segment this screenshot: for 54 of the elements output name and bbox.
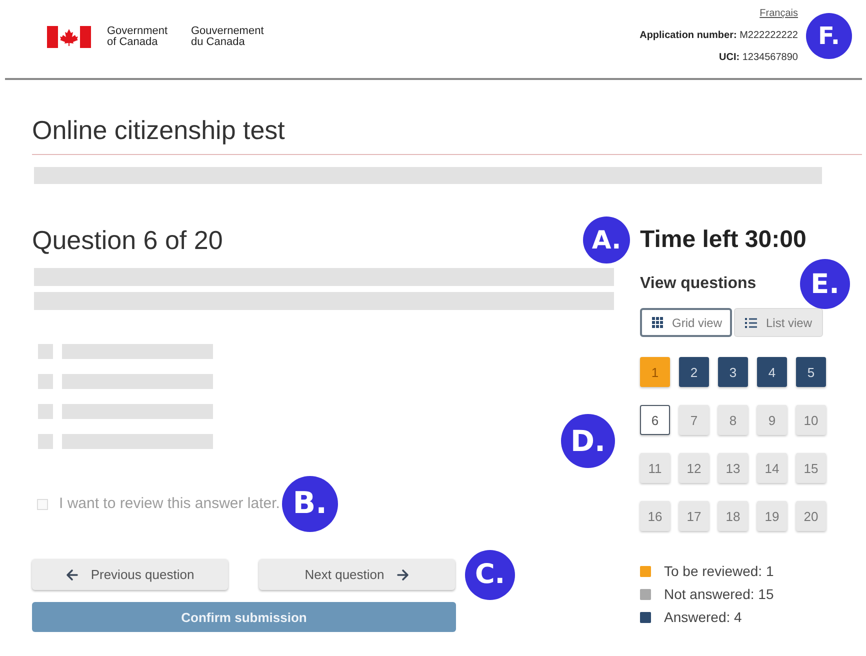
option-checkbox[interactable] xyxy=(38,344,53,359)
uci-number: UCI: 1234567890 xyxy=(719,52,798,64)
option-checkbox[interactable] xyxy=(38,434,53,449)
page-title: Online citizenship test xyxy=(32,114,862,155)
arrow-left-icon xyxy=(66,568,78,580)
question-number-button[interactable]: 3 xyxy=(718,357,748,387)
review-checkbox[interactable] xyxy=(37,498,48,510)
list-view-button[interactable]: List view xyxy=(734,308,823,337)
application-number: Application number: M222222222 xyxy=(640,30,798,42)
question-heading: Question 6 of 20 xyxy=(32,224,223,256)
question-number-button[interactable]: 2 xyxy=(679,357,709,387)
legend-label: To be reviewed: 1 xyxy=(664,563,774,580)
question-number-button[interactable]: 10 xyxy=(796,405,826,435)
flag-icon xyxy=(47,26,91,48)
time-left: Time left 30:00 xyxy=(640,225,806,255)
question-number-button[interactable]: 13 xyxy=(718,453,748,483)
view-questions-heading: View questions xyxy=(640,274,756,294)
question-number-button[interactable]: 11 xyxy=(640,453,670,483)
option-checkbox[interactable] xyxy=(38,374,53,389)
annotation-marker: F. xyxy=(806,13,852,59)
confirm-submission-button[interactable]: Confirm submission xyxy=(32,602,456,632)
question-number-button[interactable]: 8 xyxy=(718,405,748,435)
option-checkbox[interactable] xyxy=(38,404,53,419)
question-number-button[interactable]: 18 xyxy=(718,501,748,531)
review-checkbox-label: I want to review this answer later. xyxy=(59,495,280,513)
question-number-button[interactable]: 15 xyxy=(796,453,826,483)
government-wordmark: Government of Canada xyxy=(107,26,169,48)
annotation-marker: A. xyxy=(583,216,630,264)
question-number-button[interactable]: 7 xyxy=(679,405,709,435)
annotation-marker: C. xyxy=(465,550,515,600)
question-number-button[interactable]: 9 xyxy=(757,405,787,435)
legend-label: Not answered: 15 xyxy=(664,586,774,603)
grid-icon xyxy=(652,317,663,328)
grid-view-button[interactable]: Grid view xyxy=(640,308,732,337)
question-number-button[interactable]: 14 xyxy=(757,453,787,483)
question-number-button[interactable]: 1 xyxy=(640,357,670,387)
question-number-button[interactable]: 12 xyxy=(679,453,709,483)
language-link[interactable]: Français xyxy=(760,8,798,20)
legend-label: Answered: 4 xyxy=(664,609,742,626)
previous-question-button[interactable]: Previous question xyxy=(32,559,228,590)
annotation-marker: E. xyxy=(800,259,850,309)
government-wordmark: Gouvernement du Canada xyxy=(191,26,264,48)
question-number-button[interactable]: 4 xyxy=(757,357,787,387)
question-number-button[interactable]: 17 xyxy=(679,501,709,531)
arrow-right-icon xyxy=(397,568,410,580)
annotation-marker: B. xyxy=(282,476,338,532)
list-icon xyxy=(745,318,757,328)
question-number-button[interactable]: 16 xyxy=(640,501,670,531)
annotation-marker: D. xyxy=(561,414,615,468)
question-number-button[interactable]: 5 xyxy=(796,357,826,387)
next-question-button[interactable]: Next question xyxy=(259,559,455,590)
question-number-button[interactable]: 6 xyxy=(640,405,670,435)
question-number-button[interactable]: 20 xyxy=(796,501,826,531)
question-number-button[interactable]: 19 xyxy=(757,501,787,531)
